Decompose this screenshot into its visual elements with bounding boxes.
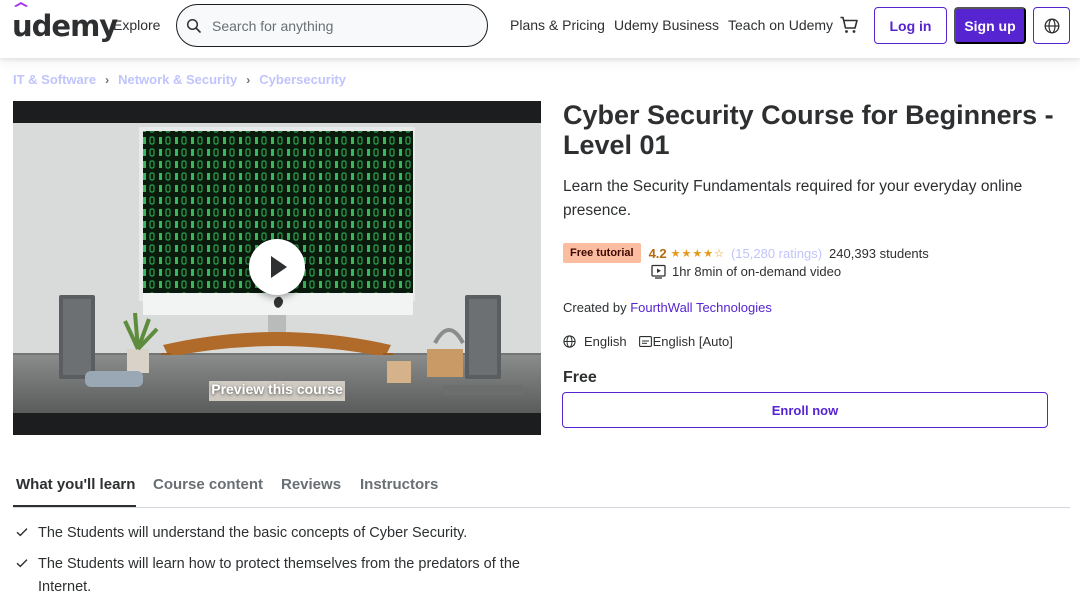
language-text: English xyxy=(584,334,627,349)
play-icon xyxy=(271,256,287,278)
list-item: The Students will learn how to protect t… xyxy=(16,553,536,599)
enroll-now-button[interactable]: Enroll now xyxy=(562,392,1048,428)
explore-link[interactable]: Explore xyxy=(113,17,160,33)
active-tab-indicator xyxy=(13,505,136,507)
chevron-right-icon: › xyxy=(105,72,110,87)
tab-what-youll-learn[interactable]: What you'll learn xyxy=(16,476,135,493)
breadcrumb-item-network-security[interactable]: Network & Security xyxy=(118,72,237,87)
plans-pricing-link[interactable]: Plans & Pricing xyxy=(510,17,605,33)
course-meta: Free tutorial 4.2 ★★★★☆ (15,280 ratings)… xyxy=(563,243,929,263)
shopping-cart-icon[interactable] xyxy=(839,15,859,35)
checkmark-icon xyxy=(16,559,28,568)
course-tabs: What you'll learn Course content Reviews… xyxy=(13,466,1070,508)
course-price: Free xyxy=(563,369,597,386)
teach-on-udemy-link[interactable]: Teach on Udemy xyxy=(728,17,833,33)
created-by-label: Created by xyxy=(563,300,631,315)
ratings-count-link[interactable]: (15,280 ratings) xyxy=(731,246,822,261)
video-icon xyxy=(651,264,666,279)
checkmark-icon xyxy=(16,528,28,537)
tab-reviews[interactable]: Reviews xyxy=(281,476,341,493)
language-button[interactable] xyxy=(1033,7,1070,44)
login-button[interactable]: Log in xyxy=(874,7,947,44)
logo-text: udemy xyxy=(12,9,118,43)
search-bar xyxy=(176,4,488,47)
search-icon[interactable] xyxy=(186,18,202,34)
rating-value: 4.2 xyxy=(648,245,667,261)
closed-captions-icon xyxy=(638,336,652,347)
globe-icon xyxy=(1044,18,1059,33)
breadcrumb: IT & Software › Network & Security › Cyb… xyxy=(13,72,346,87)
author-link[interactable]: FourthWall Technologies xyxy=(630,300,772,315)
top-nav: udemy Explore Plans & Pricing Udemy Busi… xyxy=(0,0,1080,58)
video-length: 1hr 8min of on-demand video xyxy=(651,264,841,279)
play-button[interactable] xyxy=(249,239,305,295)
tab-instructors[interactable]: Instructors xyxy=(360,476,438,493)
breadcrumb-item-cybersecurity[interactable]: Cybersecurity xyxy=(259,72,346,87)
course-subtitle: Learn the Security Fundamentals required… xyxy=(563,178,1023,219)
search-input[interactable] xyxy=(212,17,472,34)
signup-button[interactable]: Sign up xyxy=(954,7,1026,44)
free-tutorial-badge: Free tutorial xyxy=(563,243,641,263)
student-count: 240,393 students xyxy=(829,245,929,261)
breadcrumb-item-it-software[interactable]: IT & Software xyxy=(13,72,96,87)
course-title: Cyber Security Course for Beginners - Le… xyxy=(563,100,1054,160)
udemy-business-link[interactable]: Udemy Business xyxy=(614,17,719,33)
udemy-logo[interactable]: udemy xyxy=(12,2,118,44)
tab-course-content[interactable]: Course content xyxy=(153,476,263,493)
captions-text: English [Auto] xyxy=(652,334,733,349)
preview-caption: Preview this course xyxy=(211,381,343,397)
created-by: Created by FourthWall Technologies xyxy=(563,300,772,315)
course-preview[interactable]: Preview this course xyxy=(13,101,541,435)
video-length-text: 1hr 8min of on-demand video xyxy=(672,264,842,279)
chevron-right-icon: › xyxy=(246,72,251,87)
list-item: The Students will understand the basic c… xyxy=(16,522,536,545)
globe-icon xyxy=(563,335,576,348)
learn-item-text: The Students will understand the basic c… xyxy=(38,525,468,541)
star-rating-icon: ★★★★☆ xyxy=(670,247,725,260)
learn-item-text: The Students will learn how to protect t… xyxy=(38,556,520,595)
language-info: English English [Auto] xyxy=(563,334,733,349)
